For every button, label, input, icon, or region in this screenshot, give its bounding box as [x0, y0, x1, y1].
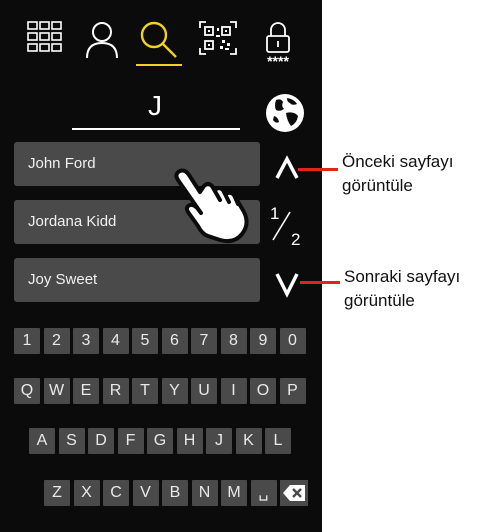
- callout-line-1: Sonraki sayfayı: [344, 267, 461, 286]
- backspace-icon: [283, 485, 305, 501]
- tap-hand-icon: [168, 162, 254, 246]
- globe-icon[interactable]: [264, 92, 306, 134]
- key-t[interactable]: T: [132, 378, 158, 404]
- key-i[interactable]: I: [220, 378, 247, 404]
- key-k[interactable]: K: [235, 428, 262, 454]
- key-h[interactable]: H: [176, 428, 203, 454]
- key-m[interactable]: M: [221, 480, 247, 506]
- grid-menu-icon[interactable]: [26, 18, 74, 70]
- key-s[interactable]: S: [58, 428, 85, 454]
- key-1[interactable]: 1: [14, 328, 40, 354]
- active-tab-indicator: [136, 64, 182, 66]
- search-input[interactable]: J: [80, 90, 230, 122]
- key-3[interactable]: 3: [73, 328, 99, 354]
- pin-mask-label: ****: [267, 53, 289, 69]
- key-x[interactable]: X: [73, 480, 100, 506]
- key-5[interactable]: 5: [132, 328, 158, 354]
- backspace-key[interactable]: [280, 480, 308, 506]
- key-f[interactable]: F: [117, 428, 144, 454]
- key-q[interactable]: Q: [14, 378, 40, 404]
- page-indicator: 1 2: [266, 204, 310, 250]
- search-underline: [72, 128, 240, 130]
- previous-page-callout: Önceki sayfayı görüntüle: [342, 150, 454, 198]
- key-4[interactable]: 4: [102, 328, 129, 354]
- list-item[interactable]: Joy Sweet: [14, 258, 260, 302]
- key-r[interactable]: R: [102, 378, 129, 404]
- chevron-up-icon: [275, 155, 299, 179]
- key-c[interactable]: C: [103, 480, 129, 506]
- qr-code-icon[interactable]: [198, 18, 246, 70]
- callout-line-2: görüntüle: [342, 176, 413, 195]
- key-y[interactable]: Y: [161, 378, 188, 404]
- callout-line-previous: [298, 168, 338, 171]
- callout-line-2: görüntüle: [344, 291, 415, 310]
- key-6[interactable]: 6: [161, 328, 188, 354]
- key-j[interactable]: J: [206, 428, 232, 454]
- key-0[interactable]: 0: [279, 328, 306, 354]
- key-g[interactable]: G: [147, 428, 173, 454]
- callout-line-next: [300, 281, 340, 284]
- key-n[interactable]: N: [191, 480, 218, 506]
- search-icon[interactable]: [136, 18, 184, 70]
- callout-line-1: Önceki sayfayı: [342, 152, 454, 171]
- device-screen: **** J John Ford Jordana Kidd Joy Sweet …: [0, 0, 322, 532]
- space-key[interactable]: ␣: [250, 480, 277, 506]
- key-2[interactable]: 2: [43, 328, 70, 354]
- person-icon[interactable]: [84, 18, 132, 70]
- previous-page-button[interactable]: [264, 148, 310, 186]
- key-7[interactable]: 7: [191, 328, 217, 354]
- lock-pin-icon[interactable]: ****: [258, 18, 306, 70]
- key-v[interactable]: V: [132, 480, 159, 506]
- key-w[interactable]: W: [43, 378, 70, 404]
- total-pages: 2: [291, 230, 301, 249]
- key-o[interactable]: O: [250, 378, 276, 404]
- key-8[interactable]: 8: [220, 328, 247, 354]
- chevron-down-icon: [275, 273, 299, 298]
- key-p[interactable]: P: [279, 378, 306, 404]
- key-d[interactable]: D: [88, 428, 114, 454]
- key-b[interactable]: B: [162, 480, 188, 506]
- next-page-callout: Sonraki sayfayı görüntüle: [344, 265, 460, 313]
- key-z[interactable]: Z: [44, 480, 70, 506]
- key-e[interactable]: E: [73, 378, 99, 404]
- key-u[interactable]: U: [191, 378, 217, 404]
- key-a[interactable]: A: [29, 428, 55, 454]
- next-page-button[interactable]: [264, 266, 310, 304]
- key-l[interactable]: L: [265, 428, 291, 454]
- key-9[interactable]: 9: [250, 328, 276, 354]
